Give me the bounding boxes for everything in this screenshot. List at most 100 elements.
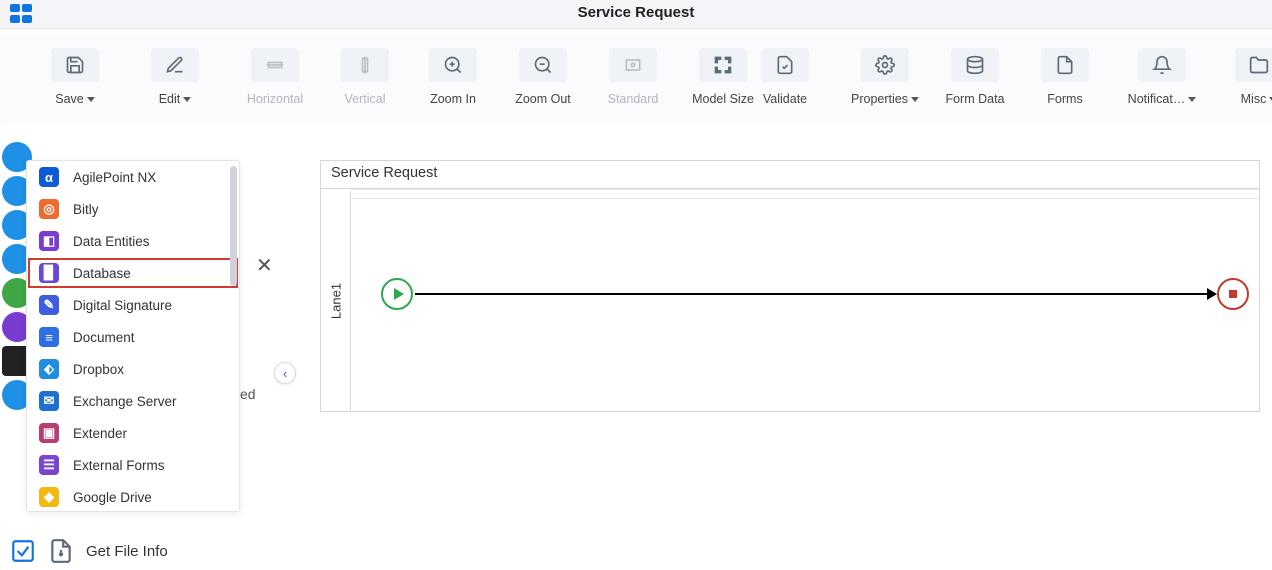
activity-icon: ≡: [39, 327, 59, 347]
activity-icon: ▉: [39, 263, 59, 283]
activity-icon: ✎: [39, 295, 59, 315]
file-info-icon: [48, 538, 74, 564]
lane-header[interactable]: Lane1: [321, 191, 351, 411]
model-size-icon: [699, 48, 747, 82]
toolbar: Save Edit Horizontal Vertical Zoom In Zo…: [0, 34, 1272, 124]
lane-divider: [351, 198, 1259, 199]
edit-button[interactable]: Edit: [140, 48, 210, 106]
edit-label: Edit: [159, 92, 181, 106]
caret-down-icon: [183, 97, 191, 102]
database-icon: [951, 48, 999, 82]
zoom-out-label: Zoom Out: [515, 92, 571, 106]
forms-icon: [1041, 48, 1089, 82]
align-horizontal-icon: [251, 48, 299, 82]
properties-label: Properties: [851, 92, 908, 106]
activity-item-document[interactable]: ≡ Document: [27, 321, 239, 353]
scrollbar[interactable]: [230, 166, 237, 286]
misc-button[interactable]: Misc: [1224, 48, 1272, 106]
activity-item-dropbox[interactable]: ⬖ Dropbox: [27, 353, 239, 385]
form-data-label: Form Data: [945, 92, 1004, 106]
caret-down-icon: [911, 97, 919, 102]
zoom-out-button[interactable]: Zoom Out: [508, 48, 578, 106]
activity-label: AgilePoint NX: [73, 170, 156, 185]
activity-label: Google Drive: [73, 490, 152, 505]
activity-label: Data Entities: [73, 234, 150, 249]
process-canvas[interactable]: Service Request Lane1: [320, 160, 1260, 412]
save-label: Save: [55, 92, 84, 106]
bell-icon: [1138, 48, 1186, 82]
misc-label: Misc: [1241, 92, 1267, 106]
activity-label: External Forms: [73, 458, 165, 473]
activity-category-popup: α AgilePoint NX ◎ Bitly ◧Data Entities ▉ Datab…: [26, 160, 240, 512]
edit-icon: [151, 48, 199, 82]
page-title: Service Request: [0, 4, 1272, 21]
activity-item-bitly[interactable]: ◎ Bitly: [27, 193, 239, 225]
notifications-label: Notificat…: [1128, 92, 1186, 106]
activity-label: Document: [73, 330, 135, 345]
share-icon: [10, 538, 36, 564]
zoom-standard-label: Standard: [608, 92, 659, 106]
folder-icon: [1235, 48, 1272, 82]
align-horizontal-button[interactable]: Horizontal: [240, 48, 310, 106]
top-header: Service Request: [0, 0, 1272, 29]
activity-item-exchange-server[interactable]: ✉ Exchange Server: [27, 385, 239, 417]
activity-icon: ◎: [39, 199, 59, 219]
partial-text: ed: [240, 386, 256, 402]
gear-icon: [861, 48, 909, 82]
align-horizontal-label: Horizontal: [247, 92, 303, 106]
zoom-in-icon: [429, 48, 477, 82]
lane-body[interactable]: [351, 189, 1259, 411]
form-data-button[interactable]: Form Data: [940, 48, 1010, 106]
validate-icon: [761, 48, 809, 82]
activity-label: Database: [73, 266, 131, 281]
close-icon[interactable]: ✕: [256, 253, 273, 278]
notifications-button[interactable]: Notificat…: [1120, 48, 1204, 106]
activity-icon: ☰: [39, 455, 59, 475]
align-vertical-button[interactable]: Vertical: [330, 48, 400, 106]
activity-item-google-drive[interactable]: ◆ Google Drive: [27, 481, 239, 512]
get-file-info-label: Get File Info: [86, 543, 168, 560]
activity-label: Bitly: [73, 202, 99, 217]
collapse-panel-icon[interactable]: ‹: [274, 362, 296, 384]
activity-label: Digital Signature: [73, 298, 172, 313]
validate-button[interactable]: Validate: [750, 48, 820, 106]
flow-connector[interactable]: [415, 293, 1213, 295]
activity-label: Dropbox: [73, 362, 124, 377]
save-icon: [51, 48, 99, 82]
canvas-title: Service Request: [321, 161, 1259, 189]
caret-down-icon: [87, 97, 95, 102]
get-file-info-item[interactable]: Get File Info: [10, 538, 168, 564]
activity-icon: α: [39, 167, 59, 187]
activity-item-extender[interactable]: ▣ Extender: [27, 417, 239, 449]
activity-icon: ◆: [39, 487, 59, 507]
model-size-label: Model Size: [692, 92, 754, 106]
align-vertical-label: Vertical: [345, 92, 386, 106]
caret-down-icon: [1188, 97, 1196, 102]
zoom-standard-icon: [609, 48, 657, 82]
validate-label: Validate: [763, 92, 807, 106]
activity-icon: ⬖: [39, 359, 59, 379]
zoom-in-label: Zoom In: [430, 92, 476, 106]
activity-icon: ✉: [39, 391, 59, 411]
forms-label: Forms: [1047, 92, 1082, 106]
zoom-standard-button[interactable]: Standard: [598, 48, 668, 106]
end-node[interactable]: [1217, 278, 1249, 310]
zoom-out-icon: [519, 48, 567, 82]
activity-icon: ▣: [39, 423, 59, 443]
forms-button[interactable]: Forms: [1030, 48, 1100, 106]
activity-item-data-entities[interactable]: ◧Data Entities: [27, 225, 239, 257]
activity-label: Extender: [73, 426, 127, 441]
activity-label: Exchange Server: [73, 394, 177, 409]
activity-item-digital-signature[interactable]: ✎ Digital Signature: [27, 289, 239, 321]
lane-label: Lane1: [328, 283, 343, 319]
start-node[interactable]: [381, 278, 413, 310]
activity-item-database[interactable]: ▉ Database: [27, 257, 239, 289]
activity-item-external-forms[interactable]: ☰ External Forms: [27, 449, 239, 481]
align-vertical-icon: [341, 48, 389, 82]
zoom-in-button[interactable]: Zoom In: [418, 48, 488, 106]
activity-item-agilepoint-nx[interactable]: α AgilePoint NX: [27, 161, 239, 193]
arrow-head-icon: [1207, 288, 1217, 300]
properties-button[interactable]: Properties: [850, 48, 920, 106]
model-size-button[interactable]: Model Size: [688, 48, 758, 106]
save-button[interactable]: Save: [40, 48, 110, 106]
